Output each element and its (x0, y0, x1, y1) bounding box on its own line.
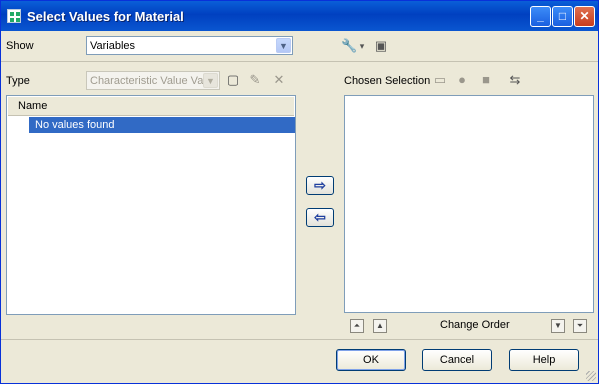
show-dropdown[interactable]: Variables ▼ (86, 36, 293, 55)
save-icon[interactable]: ▭ (432, 72, 448, 88)
help-button[interactable]: Help (509, 349, 579, 371)
chosen-selection-list[interactable] (344, 95, 594, 313)
document-icon[interactable]: ▣ (373, 38, 389, 54)
app-icon (7, 9, 21, 23)
stop-icon[interactable]: ■ (478, 72, 494, 88)
move-left-button[interactable]: ⇦ (306, 208, 334, 227)
divider (1, 61, 598, 62)
circle-icon[interactable]: ● (454, 72, 470, 88)
close-button[interactable]: ✕ (574, 6, 595, 27)
column-header-name[interactable]: Name (8, 97, 294, 116)
show-dropdown-value: Variables (90, 40, 136, 52)
window-title: Select Values for Material (27, 9, 184, 24)
type-dropdown[interactable]: Characteristic Value Va ▼ (86, 71, 220, 90)
edit-icon[interactable]: ✎ (247, 72, 263, 88)
ok-button[interactable]: OK (336, 349, 406, 371)
maximize-button[interactable]: □ (552, 6, 573, 27)
swap-icon[interactable]: ⇆ (507, 72, 523, 88)
chosen-selection-label: Chosen Selection (344, 75, 431, 87)
minimize-button[interactable]: _ (530, 6, 551, 27)
show-label: Show (6, 40, 34, 52)
list-item[interactable]: No values found (29, 117, 295, 133)
change-order-label: Change Order (440, 319, 510, 331)
move-bottom-button[interactable]: ⏷ (573, 319, 587, 333)
move-up-button[interactable]: ▲ (373, 319, 387, 333)
move-down-button[interactable]: ▼ (551, 319, 565, 333)
move-right-button[interactable]: ⇨ (306, 176, 334, 195)
type-label: Type (6, 75, 30, 87)
delete-icon[interactable]: ✕ (271, 72, 287, 88)
chevron-down-icon[interactable]: ▼ (276, 38, 291, 53)
move-top-button[interactable]: ⏶ (350, 319, 364, 333)
dialog-window: Select Values for Material _ □ ✕ Show Va… (0, 0, 599, 384)
dropdown-arrow-icon[interactable]: ▾ (357, 38, 367, 54)
new-icon[interactable]: ▢ (225, 72, 241, 88)
cancel-button[interactable]: Cancel (422, 349, 492, 371)
title-bar[interactable]: Select Values for Material _ □ ✕ (1, 1, 598, 31)
wrench-icon[interactable]: 🔧 (341, 38, 357, 54)
chevron-down-icon[interactable]: ▼ (203, 73, 218, 88)
type-dropdown-value: Characteristic Value Va (90, 75, 204, 87)
values-list[interactable]: Name No values found (6, 95, 296, 315)
resize-grip[interactable] (586, 371, 596, 381)
divider (1, 339, 598, 340)
